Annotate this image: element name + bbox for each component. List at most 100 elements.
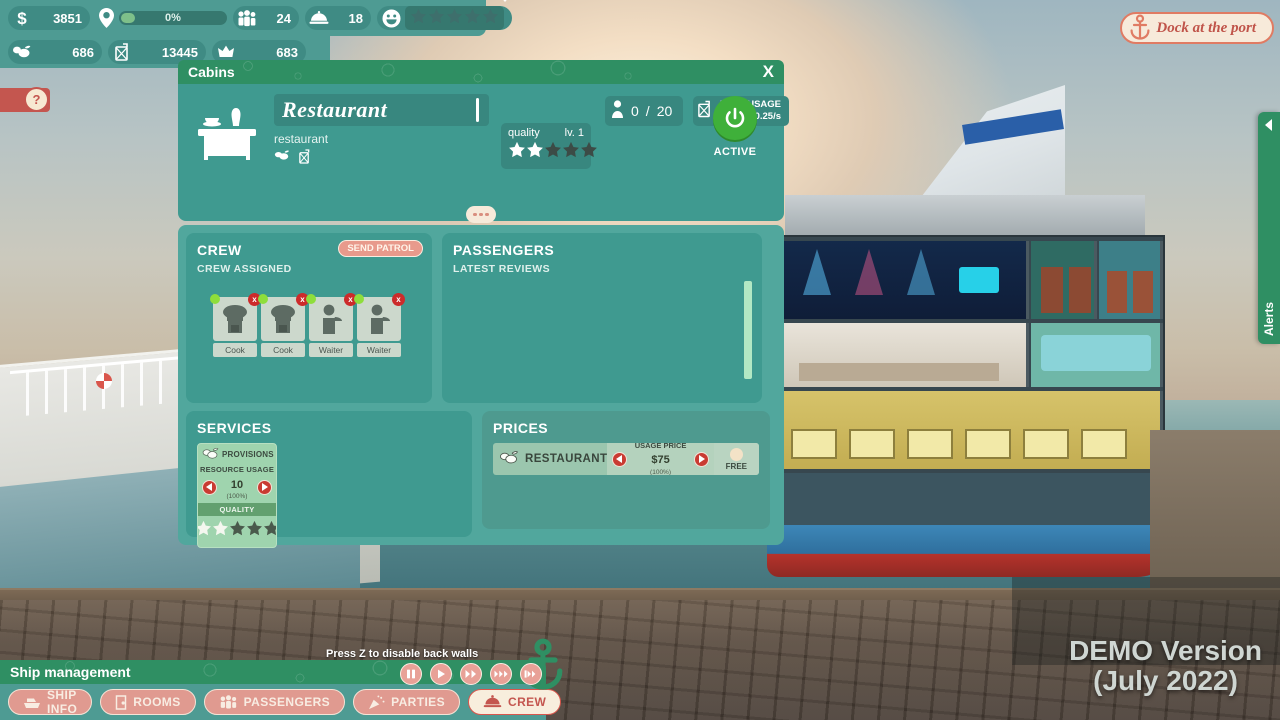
route-progress-fill: [121, 13, 135, 23]
tab-parties[interactable]: PARTIES: [353, 689, 460, 715]
star-filled: [197, 520, 212, 542]
power-toggle[interactable]: ACTIVE: [700, 96, 770, 158]
satisfaction-marker: [499, 0, 511, 2]
tab-rooms[interactable]: ROOMS: [100, 689, 195, 715]
hud-provisions[interactable]: 686: [8, 40, 102, 64]
provisions-icon: [202, 447, 219, 462]
route-progress-bar: 0%: [119, 11, 227, 25]
room-name-input[interactable]: Restaurant: [274, 94, 489, 126]
provisions-icon: [12, 42, 32, 62]
room-level-label: lv. 1: [565, 127, 584, 139]
food-tray-icon: [309, 8, 329, 28]
passengers-value: 24: [263, 11, 291, 26]
star-empty: [482, 8, 499, 28]
cargo-value: 683: [242, 45, 298, 60]
status-dot: [210, 294, 220, 304]
demo-line-2: (July 2022): [1069, 666, 1262, 696]
satisfaction-icon: [381, 8, 401, 28]
right-arrow-icon[interactable]: [694, 452, 709, 467]
passengers-icon: [219, 695, 238, 709]
free-toggle[interactable]: FREE: [714, 443, 759, 475]
status-dot: [354, 294, 364, 304]
crew-member-card[interactable]: x Waiter: [357, 297, 401, 357]
right-arrow-icon[interactable]: [257, 480, 272, 495]
more-options-button[interactable]: [466, 206, 496, 223]
fastest-button[interactable]: [520, 663, 542, 685]
play-button[interactable]: [430, 663, 452, 685]
passengers-icon: [237, 8, 257, 28]
price-row-name-cell: RESTAURANT: [493, 443, 607, 475]
send-patrol-button[interactable]: SEND PATROL: [338, 240, 423, 257]
power-state-label: ACTIVE: [700, 146, 770, 158]
satisfaction-stars: [405, 6, 504, 30]
bubble-decoration: [178, 60, 784, 84]
cabins-dialog-title: Cabins: [188, 64, 235, 80]
services-panel: SERVICES PROVISIONS RESOURCE USAGE: [186, 411, 472, 537]
provisions-value: 686: [38, 45, 94, 60]
service-name: PROVISIONS: [222, 450, 274, 459]
cruise-ship-cutaway: [775, 195, 1195, 570]
hud-money[interactable]: $ 3851: [8, 6, 90, 30]
capacity-chip: 0 / 20: [605, 96, 683, 126]
room-header-card: Restaurant restaurant quality: [178, 84, 784, 221]
hud-meals[interactable]: 18: [305, 6, 371, 30]
close-icon[interactable]: X: [763, 62, 774, 82]
ship-hull: [767, 525, 1177, 577]
capacity-current: 0: [631, 103, 639, 119]
star-empty: [428, 8, 445, 28]
star-filled: [526, 141, 544, 164]
passengers-panel: PASSENGERS LATEST REVIEWS: [442, 233, 762, 403]
alerts-side-tab[interactable]: Alerts: [1258, 112, 1280, 344]
prices-panel: PRICES RESTAURANT USAGE PRICE: [482, 411, 770, 529]
crew-member-card[interactable]: x Waiter: [309, 297, 353, 357]
power-icon[interactable]: [713, 96, 757, 140]
demo-line-1: DEMO Version: [1069, 636, 1262, 666]
demo-watermark: DEMO Version (July 2022): [1069, 636, 1262, 696]
meals-value: 18: [335, 11, 363, 26]
location-pin-icon: [96, 8, 116, 28]
left-arrow-icon[interactable]: [612, 452, 627, 467]
chef-icon: x: [261, 297, 305, 341]
svg-text:$: $: [17, 9, 27, 27]
star-empty: [229, 520, 246, 542]
reviews-scrollbar-thumb[interactable]: [744, 281, 752, 379]
star-filled: [212, 520, 229, 542]
crew-member-card[interactable]: x Cook: [213, 297, 257, 357]
hud-satisfaction[interactable]: [377, 6, 512, 30]
pause-button[interactable]: [400, 663, 422, 685]
dock-at-port-button[interactable]: Dock at the port: [1120, 10, 1274, 46]
food-icon: [274, 149, 290, 169]
restaurant-table-icon: [192, 94, 262, 172]
faster-button[interactable]: [490, 663, 512, 685]
anchor-icon: [1120, 8, 1160, 48]
keyboard-hint: Press Z to disable back walls: [326, 648, 478, 660]
star-empty: [410, 8, 427, 28]
resource-usage-percent: (100%): [227, 493, 248, 500]
room-cabins-deck: [779, 391, 1163, 469]
chevron-left-icon: [1262, 118, 1276, 137]
ship-management-tabs: SHIP INFO ROOMS PASSENGERS PARTIES CREW: [0, 684, 546, 720]
status-dot: [258, 294, 268, 304]
remove-crew-icon[interactable]: x: [392, 293, 405, 306]
tab-ship-info[interactable]: SHIP INFO: [8, 689, 92, 715]
free-label: FREE: [726, 462, 747, 471]
room-engine-deck: [779, 473, 1163, 533]
services-title: SERVICES: [197, 420, 461, 436]
fast-forward-button[interactable]: [460, 663, 482, 685]
resource-usage-value: 10: [231, 479, 243, 491]
service-card-provisions[interactable]: PROVISIONS RESOURCE USAGE 10 (100%): [197, 443, 277, 548]
cabins-dialog-titlebar: Cabins X: [178, 60, 784, 84]
crew-member-card[interactable]: x Cook: [261, 297, 305, 357]
star-empty: [263, 520, 278, 542]
chef-icon: x: [213, 297, 257, 341]
ship-decks: [775, 235, 1165, 535]
hud-passengers[interactable]: 24: [233, 6, 299, 30]
passengers-title: PASSENGERS: [453, 242, 751, 258]
left-arrow-icon[interactable]: [202, 480, 217, 495]
help-button[interactable]: ?: [24, 87, 49, 112]
hud-route-progress[interactable]: 0%: [96, 6, 227, 30]
tab-passengers[interactable]: PASSENGERS: [204, 689, 345, 715]
money-value: 3851: [38, 11, 82, 26]
capacity-max: 20: [657, 103, 673, 119]
status-dot: [306, 294, 316, 304]
